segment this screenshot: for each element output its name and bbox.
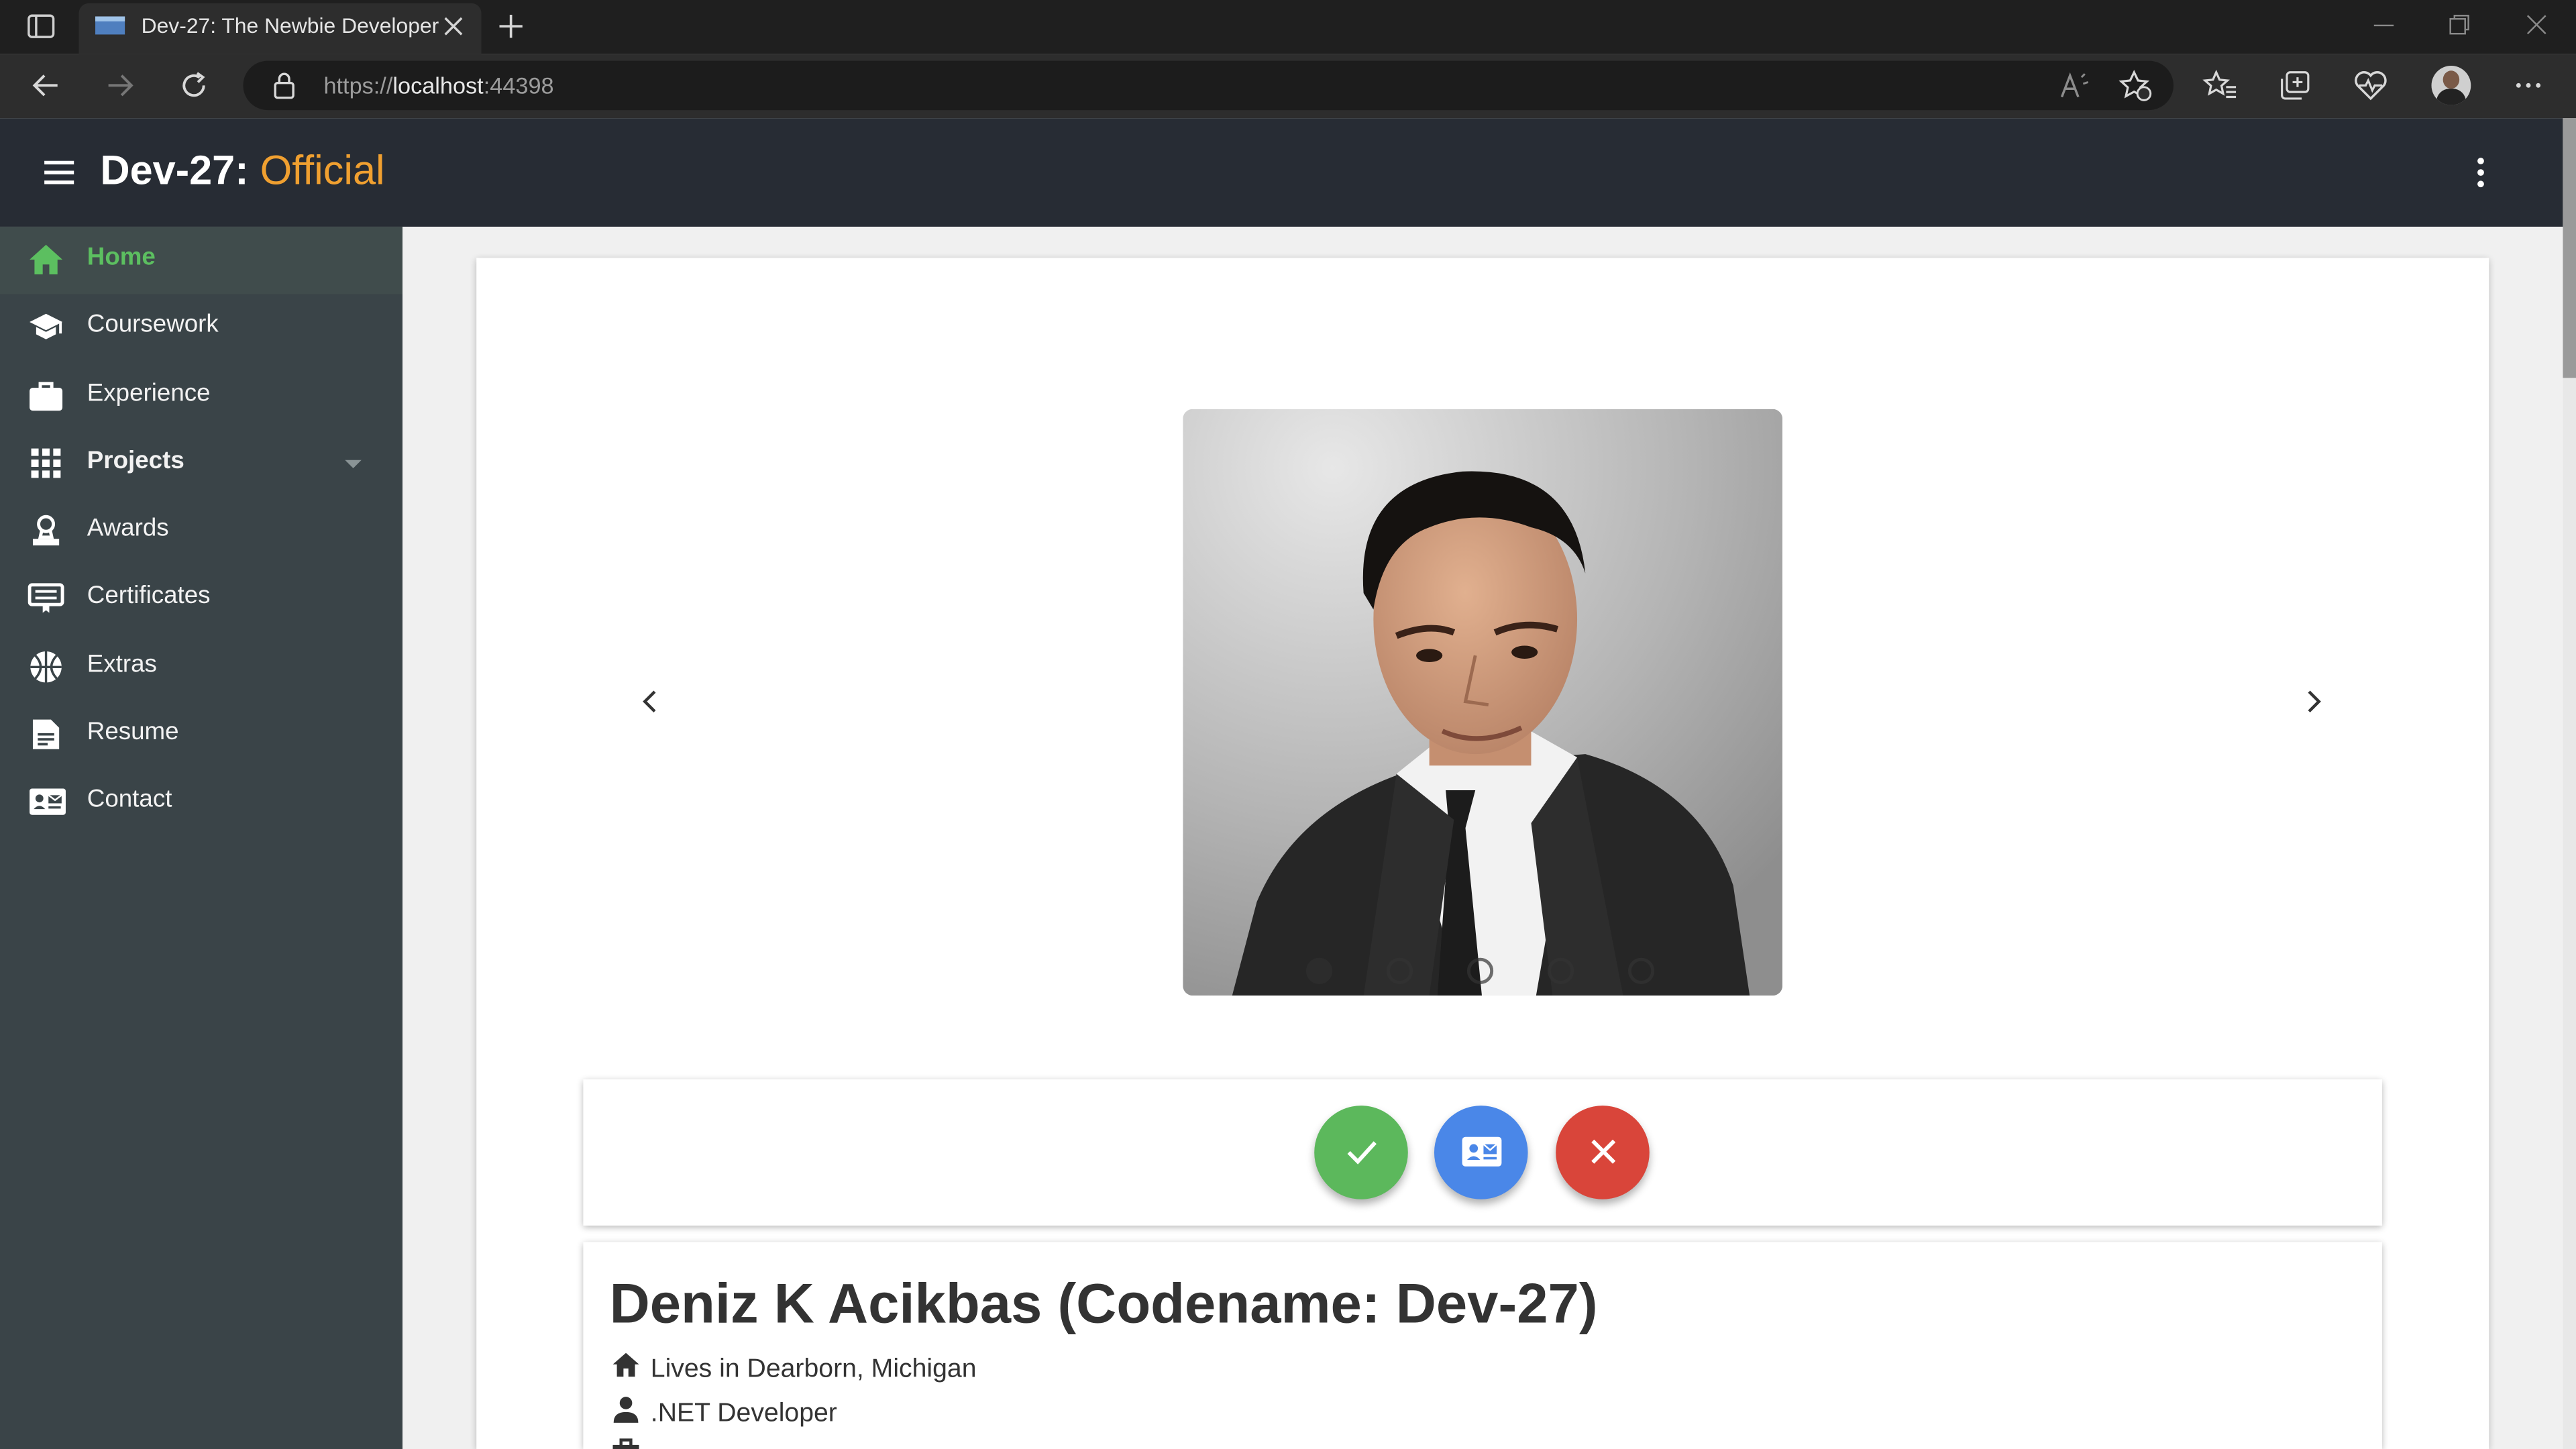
carousel-indicator-4[interactable] bbox=[1547, 957, 1574, 984]
browser-tab-title: Dev-27: The Newbie Developer bbox=[141, 13, 439, 38]
sidebar-item-home[interactable]: Home bbox=[0, 226, 403, 294]
close-button[interactable] bbox=[1556, 1106, 1650, 1199]
browser-essentials-icon[interactable] bbox=[2353, 69, 2389, 102]
carousel-slide-photo bbox=[1183, 409, 1783, 996]
sidebar-item-label: Experience bbox=[87, 379, 211, 408]
contact-card-icon bbox=[1461, 1136, 1501, 1167]
home-icon bbox=[611, 1350, 641, 1380]
sidebar-item-resume[interactable]: Resume bbox=[0, 702, 402, 769]
carousel-indicator-1[interactable] bbox=[1305, 957, 1333, 984]
restore-window-icon[interactable] bbox=[2448, 13, 2471, 36]
carousel-indicator-2[interactable] bbox=[1386, 957, 1413, 984]
refresh-icon[interactable] bbox=[177, 69, 210, 102]
sidebar-item-contact[interactable]: Contact bbox=[0, 769, 402, 836]
contact-card-icon bbox=[28, 784, 66, 820]
sidebar-item-label: Projects bbox=[87, 447, 184, 475]
minimize-window-icon[interactable] bbox=[2372, 13, 2395, 36]
new-tab-icon[interactable] bbox=[496, 11, 526, 41]
confirm-button[interactable] bbox=[1314, 1106, 1408, 1199]
sidebar-item-label: Home bbox=[87, 243, 156, 272]
site-favicon-icon bbox=[95, 16, 125, 35]
tab-actions-icon[interactable] bbox=[26, 11, 56, 41]
certificate-icon bbox=[28, 580, 64, 616]
sports-ball-icon bbox=[28, 649, 64, 685]
sidebar-item-label: Coursework bbox=[87, 310, 219, 339]
close-tab-icon[interactable] bbox=[442, 15, 465, 38]
more-vert-icon[interactable] bbox=[2464, 154, 2497, 191]
back-icon[interactable] bbox=[30, 69, 62, 102]
person-icon bbox=[611, 1395, 641, 1424]
app-title-accent: Official bbox=[260, 148, 385, 194]
school-icon bbox=[28, 309, 64, 345]
close-icon bbox=[1591, 1139, 1615, 1164]
document-icon bbox=[28, 716, 64, 753]
collections-icon[interactable] bbox=[2277, 69, 2313, 102]
carousel-prev-icon[interactable] bbox=[636, 687, 665, 716]
sidebar-item-label: Awards bbox=[87, 514, 169, 543]
sidebar-item-label: Certificates bbox=[87, 581, 211, 610]
menu-icon[interactable] bbox=[41, 154, 77, 191]
sidebar-item-experience[interactable]: Experience bbox=[0, 363, 402, 430]
apps-grid-icon bbox=[28, 445, 64, 482]
check-icon bbox=[1346, 1141, 1376, 1165]
close-window-icon[interactable] bbox=[2525, 13, 2548, 36]
forward-icon[interactable] bbox=[103, 69, 136, 102]
app-title[interactable]: Dev-27: Official bbox=[100, 148, 384, 195]
briefcase-icon bbox=[612, 1436, 639, 1449]
sidebar-item-projects[interactable]: Projects bbox=[0, 431, 402, 498]
sidebar-item-label: Resume bbox=[87, 718, 179, 746]
favorites-icon[interactable] bbox=[2202, 69, 2238, 102]
lock-icon[interactable] bbox=[271, 70, 297, 100]
contact-card-button[interactable] bbox=[1434, 1106, 1528, 1199]
carousel-next-icon[interactable] bbox=[2298, 687, 2328, 716]
address-url[interactable]: https://localhost:44398 bbox=[323, 72, 553, 99]
sidebar-item-certificates[interactable]: Certificates bbox=[0, 565, 402, 632]
sidebar-item-extras[interactable]: Extras bbox=[0, 634, 402, 701]
scrollbar-thumb[interactable] bbox=[2563, 118, 2576, 378]
profile-role: .NET Developer bbox=[650, 1399, 837, 1428]
briefcase-icon bbox=[28, 378, 64, 414]
sidebar-item-label: Contact bbox=[87, 785, 172, 814]
carousel-indicator-3[interactable] bbox=[1466, 957, 1494, 984]
profile-location: Lives in Dearborn, Michigan bbox=[650, 1355, 977, 1384]
sidebar-item-coursework[interactable]: Coursework bbox=[0, 294, 402, 361]
add-favorite-icon[interactable] bbox=[2118, 69, 2154, 102]
settings-more-icon[interactable] bbox=[2512, 69, 2545, 102]
read-aloud-icon[interactable] bbox=[2059, 70, 2092, 100]
sidebar-item-label: Extras bbox=[87, 650, 157, 679]
profile-avatar[interactable] bbox=[2431, 65, 2471, 105]
chevron-down-icon[interactable] bbox=[343, 458, 363, 472]
profile-name: Deniz K Acikbas (Codename: Dev-27) bbox=[609, 1273, 1598, 1336]
home-icon bbox=[28, 241, 64, 278]
sidebar-item-awards[interactable]: Awards bbox=[0, 498, 402, 565]
award-icon bbox=[28, 513, 64, 549]
screen: Dev-27: The Newbie Developer https://loc… bbox=[0, 0, 2576, 1449]
carousel-indicator-5[interactable] bbox=[1627, 957, 1655, 984]
